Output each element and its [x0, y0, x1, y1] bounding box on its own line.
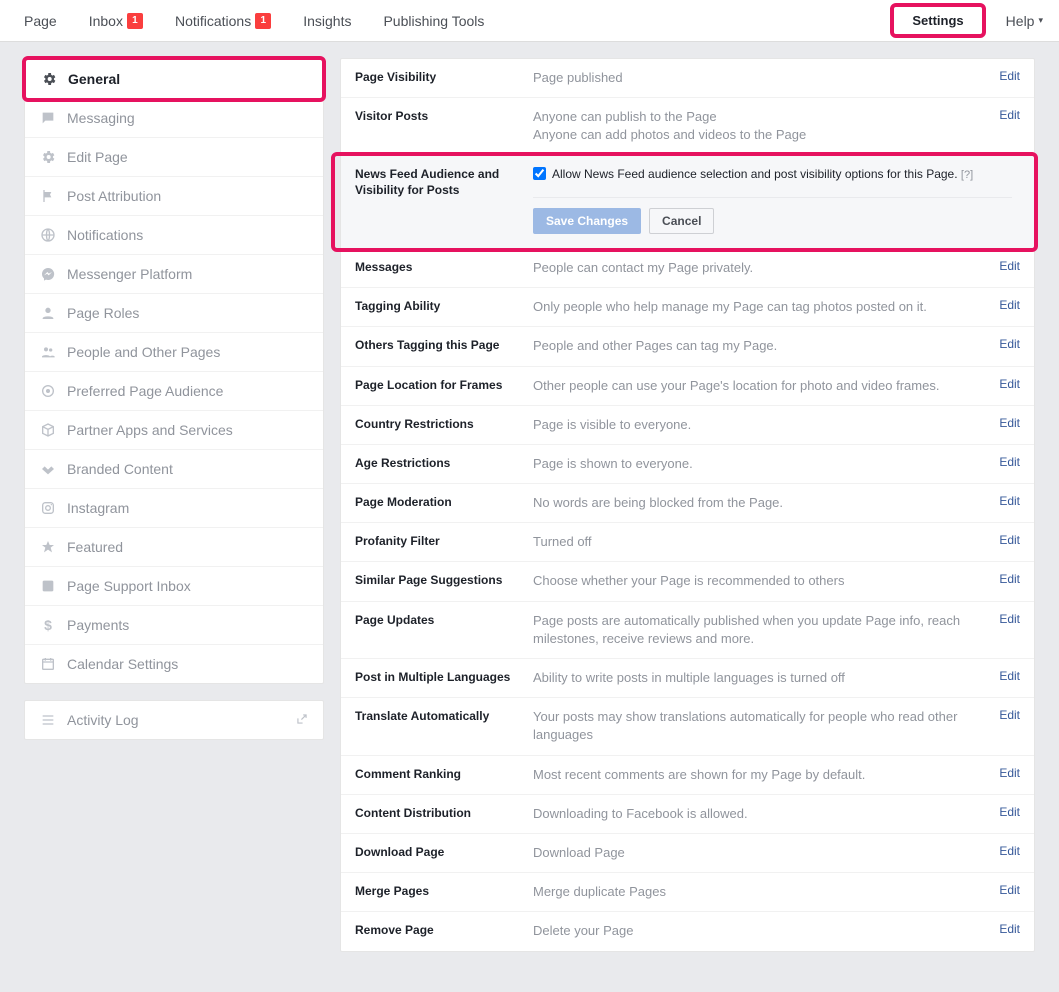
star-icon — [39, 538, 57, 556]
box-icon — [39, 421, 57, 439]
edit-link[interactable]: Edit — [991, 922, 1020, 936]
sidebar-item-calendar-settings[interactable]: Calendar Settings — [25, 645, 323, 683]
sidebar-item-preferred-audience[interactable]: Preferred Page Audience — [25, 372, 323, 411]
edit-link[interactable]: Edit — [991, 259, 1020, 273]
nav-inbox[interactable]: Inbox1 — [73, 0, 159, 42]
sidebar-item-featured[interactable]: Featured — [25, 528, 323, 567]
sidebar-item-messenger-platform[interactable]: Messenger Platform — [25, 255, 323, 294]
nav-insights[interactable]: Insights — [287, 0, 367, 42]
target-icon — [39, 382, 57, 400]
row-country-restrictions: Country Restrictions Page is visible to … — [341, 406, 1034, 445]
handshake-icon — [39, 460, 57, 478]
badge-icon: 1 — [255, 13, 271, 29]
list-icon — [39, 711, 57, 729]
dollar-icon: $ — [39, 616, 57, 634]
nav-publishing-tools[interactable]: Publishing Tools — [367, 0, 500, 42]
row-others-tagging: Others Tagging this Page People and othe… — [341, 327, 1034, 366]
checkbox-label: Allow News Feed audience selection and p… — [552, 166, 973, 183]
edit-link[interactable]: Edit — [991, 108, 1020, 122]
row-merge-pages: Merge Pages Merge duplicate Pages Edit — [341, 873, 1034, 912]
help-link[interactable]: [?] — [961, 169, 973, 181]
top-nav: Page Inbox1 Notifications1 Insights Publ… — [0, 0, 1059, 42]
sidebar-item-general[interactable]: General — [26, 60, 322, 98]
row-profanity-filter: Profanity Filter Turned off Edit — [341, 523, 1034, 562]
settings-sidebar: General Messaging Edit Page Post Attribu… — [24, 58, 324, 952]
edit-link[interactable]: Edit — [991, 883, 1020, 897]
nav-settings[interactable]: Settings — [890, 3, 985, 38]
row-post-multiple-languages: Post in Multiple Languages Ability to wr… — [341, 659, 1034, 698]
edit-link[interactable]: Edit — [991, 298, 1020, 312]
row-visitor-posts: Visitor Posts Anyone can publish to the … — [341, 98, 1034, 155]
calendar-icon — [39, 655, 57, 673]
value-text: Anyone can publish to the Page Anyone ca… — [525, 108, 991, 144]
edit-link[interactable]: Edit — [991, 612, 1020, 626]
edit-link[interactable]: Edit — [991, 669, 1020, 683]
row-comment-ranking: Comment Ranking Most recent comments are… — [341, 756, 1034, 795]
sidebar-item-payments[interactable]: $ Payments — [25, 606, 323, 645]
row-similar-page-suggestions: Similar Page Suggestions Choose whether … — [341, 562, 1034, 601]
people-icon — [39, 343, 57, 361]
sidebar-item-messaging[interactable]: Messaging — [25, 99, 323, 138]
row-messages: Messages People can contact my Page priv… — [341, 249, 1034, 288]
flag-icon — [39, 187, 57, 205]
edit-link[interactable]: Edit — [991, 377, 1020, 391]
nav-page[interactable]: Page — [8, 0, 73, 42]
edit-link[interactable]: Edit — [991, 572, 1020, 586]
person-icon — [39, 304, 57, 322]
sidebar-item-notifications[interactable]: Notifications — [25, 216, 323, 255]
cancel-button[interactable]: Cancel — [649, 208, 714, 234]
sidebar-item-people-other-pages[interactable]: People and Other Pages — [25, 333, 323, 372]
row-page-visibility: Page Visibility Page published Edit — [341, 59, 1034, 98]
sidebar-item-edit-page[interactable]: Edit Page — [25, 138, 323, 177]
row-page-location-frames: Page Location for Frames Other people ca… — [341, 367, 1034, 406]
row-news-feed-audience: News Feed Audience and Visibility for Po… — [341, 156, 1034, 249]
edit-link[interactable]: Edit — [991, 766, 1020, 780]
edit-link[interactable]: Edit — [991, 337, 1020, 351]
row-remove-page: Remove Page Delete your Page Edit — [341, 912, 1034, 950]
badge-icon: 1 — [127, 13, 143, 29]
edit-link[interactable]: Edit — [991, 533, 1020, 547]
globe-icon — [39, 226, 57, 244]
nav-help[interactable]: Help▾ — [990, 0, 1059, 42]
edit-link[interactable]: Edit — [991, 708, 1020, 722]
edit-link[interactable]: Edit — [991, 805, 1020, 819]
facebook-box-icon — [39, 577, 57, 595]
row-content-distribution: Content Distribution Downloading to Face… — [341, 795, 1034, 834]
row-tagging-ability: Tagging Ability Only people who help man… — [341, 288, 1034, 327]
nav-notifications[interactable]: Notifications1 — [159, 0, 287, 42]
allow-newsfeed-checkbox[interactable] — [533, 167, 546, 180]
sidebar-item-branded-content[interactable]: Branded Content — [25, 450, 323, 489]
sidebar-item-post-attribution[interactable]: Post Attribution — [25, 177, 323, 216]
messenger-icon — [39, 265, 57, 283]
row-age-restrictions: Age Restrictions Page is shown to everyo… — [341, 445, 1034, 484]
comment-icon — [39, 109, 57, 127]
row-page-moderation: Page Moderation No words are being block… — [341, 484, 1034, 523]
sidebar-item-page-support-inbox[interactable]: Page Support Inbox — [25, 567, 323, 606]
gear-icon — [39, 148, 57, 166]
gear-icon — [40, 70, 58, 88]
edit-link[interactable]: Edit — [991, 494, 1020, 508]
settings-main: Page Visibility Page published Edit Visi… — [340, 58, 1035, 952]
sidebar-item-partner-apps[interactable]: Partner Apps and Services — [25, 411, 323, 450]
row-download-page: Download Page Download Page Edit — [341, 834, 1034, 873]
arrow-out-icon — [295, 712, 309, 729]
sidebar-item-activity-log[interactable]: Activity Log — [25, 701, 323, 739]
sidebar-item-page-roles[interactable]: Page Roles — [25, 294, 323, 333]
edit-link[interactable]: Edit — [991, 416, 1020, 430]
edit-link[interactable]: Edit — [991, 69, 1020, 83]
sidebar-item-instagram[interactable]: Instagram — [25, 489, 323, 528]
row-page-updates: Page Updates Page posts are automaticall… — [341, 602, 1034, 659]
edit-link[interactable]: Edit — [991, 844, 1020, 858]
save-changes-button[interactable]: Save Changes — [533, 208, 641, 234]
row-translate-automatically: Translate Automatically Your posts may s… — [341, 698, 1034, 755]
edit-link[interactable]: Edit — [991, 455, 1020, 469]
instagram-icon — [39, 499, 57, 517]
chevron-down-icon: ▾ — [1038, 15, 1043, 26]
